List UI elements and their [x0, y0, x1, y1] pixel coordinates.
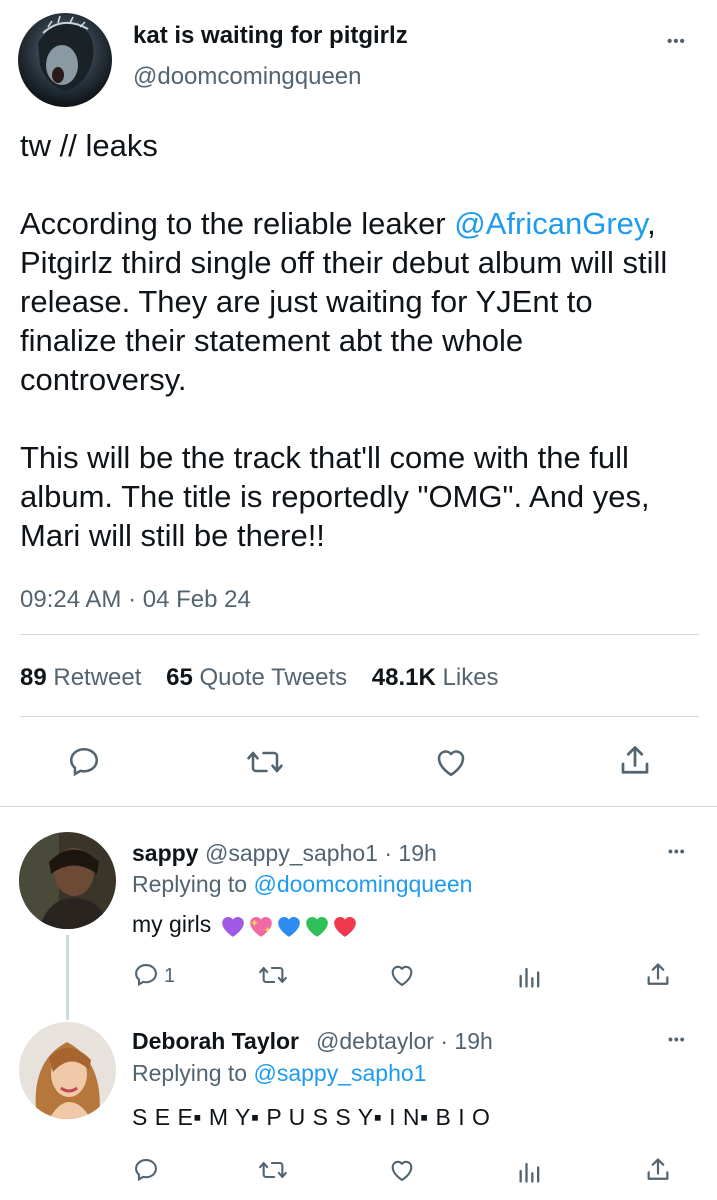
reply-icon[interactable] — [132, 961, 160, 989]
tweet-paragraph-1: According to the reliable leaker @Africa… — [20, 204, 695, 399]
like-icon[interactable] — [387, 961, 417, 989]
reply-body: my girls — [132, 911, 212, 937]
tweet-stats: 89 Retweet 65 Quote Tweets 48.1K Likes — [20, 664, 517, 692]
mention-link[interactable]: @AfricanGrey — [454, 206, 647, 241]
divider — [20, 716, 699, 717]
purple-heart-icon — [221, 916, 244, 937]
more-options-icon[interactable]: ••• — [667, 33, 686, 50]
share-icon[interactable] — [644, 960, 672, 990]
tweet-timestamp[interactable]: 09:24 AM · 04 Feb 24 — [20, 586, 251, 614]
reply-avatar[interactable] — [19, 832, 116, 929]
replying-to: Replying to @doomcomingqueen — [132, 871, 473, 897]
blue-heart-icon — [277, 916, 300, 937]
tweet-line-tw: tw // leaks — [20, 128, 158, 163]
sparkling-heart-icon — [249, 916, 272, 937]
reply-handle[interactable]: @debtaylor · 19h — [316, 1028, 493, 1055]
like-icon[interactable] — [432, 744, 470, 780]
reply-display-name[interactable]: Deborah Taylor — [132, 1028, 299, 1055]
author-handle[interactable]: @doomcomingqueen — [133, 63, 362, 91]
divider — [20, 634, 699, 635]
reply-text: S E E▪ M Y▪ P U S S Y▪ I N▪ B I O — [132, 1104, 491, 1130]
analytics-icon[interactable] — [516, 962, 544, 990]
replying-to: Replying to @sappy_sapho1 — [132, 1060, 427, 1086]
share-icon[interactable] — [617, 742, 653, 780]
reply-display-name[interactable]: sappy — [132, 840, 198, 867]
replying-to-handle[interactable]: @sappy_sapho1 — [253, 1060, 426, 1086]
avatar-image — [19, 1022, 116, 1119]
like-icon[interactable] — [387, 1156, 417, 1184]
reply-icon[interactable] — [132, 1156, 160, 1184]
retweet-icon[interactable] — [257, 961, 289, 989]
tweet-paragraph-2: This will be the track that'll come with… — [20, 440, 650, 553]
more-options-icon[interactable]: ••• — [668, 1031, 686, 1047]
analytics-icon[interactable] — [516, 1157, 544, 1185]
red-heart-icon — [333, 916, 356, 937]
avatar-image — [19, 832, 116, 929]
retweet-icon[interactable] — [245, 744, 285, 780]
retweet-stat[interactable]: 89 Retweet — [20, 664, 141, 691]
thread-line — [66, 935, 69, 1020]
reply-text: my girls — [132, 911, 358, 938]
avatar-image — [18, 13, 112, 107]
replying-to-handle[interactable]: @doomcomingqueen — [253, 871, 472, 897]
divider — [0, 806, 717, 807]
retweet-icon[interactable] — [257, 1156, 289, 1184]
reply-icon[interactable] — [66, 744, 102, 780]
green-heart-icon — [305, 916, 328, 937]
share-icon[interactable] — [644, 1155, 672, 1185]
author-display-name[interactable]: kat is waiting for pitgirlz — [133, 22, 408, 50]
reply-count: 1 — [164, 965, 176, 987]
reply-avatar[interactable] — [19, 1022, 116, 1119]
quote-stat[interactable]: 65 Quote Tweets — [166, 664, 347, 691]
tweet-body: tw // leaks According to the reliable le… — [20, 126, 695, 555]
more-options-icon[interactable]: ••• — [668, 843, 686, 859]
like-stat[interactable]: 48.1K Likes — [372, 664, 499, 691]
main-avatar[interactable] — [18, 13, 112, 107]
reply-handle[interactable]: @sappy_sapho1 · 19h — [205, 840, 437, 867]
para1-text: According to the reliable leaker — [20, 206, 455, 241]
